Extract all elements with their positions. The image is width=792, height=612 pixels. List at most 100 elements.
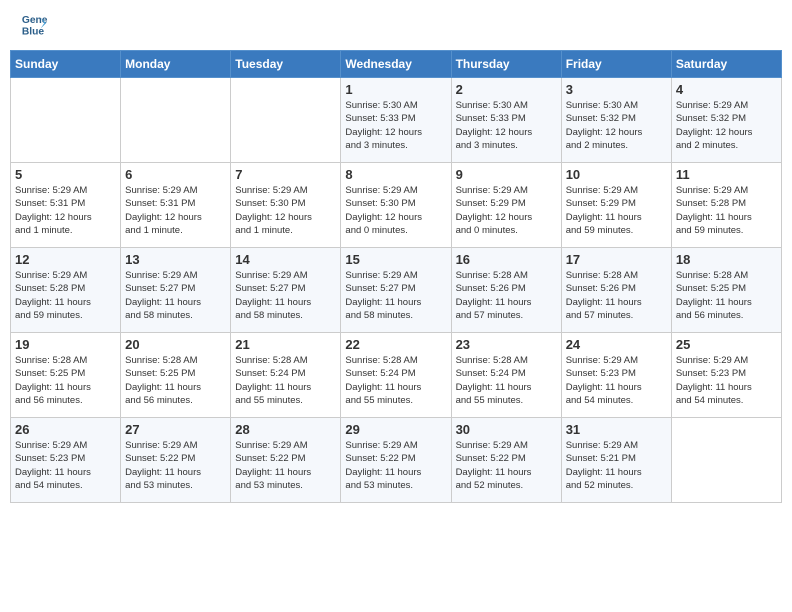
day-info: Sunrise: 5:29 AM Sunset: 5:31 PM Dayligh…	[15, 184, 116, 237]
calendar-week-row: 5 Sunrise: 5:29 AM Sunset: 5:31 PM Daylig…	[11, 163, 782, 248]
calendar-cell: 22Sunrise: 5:28 AM Sunset: 5:24 PM Dayli…	[341, 333, 451, 418]
weekday-header-thursday: Thursday	[451, 51, 561, 78]
calendar-week-row: 26Sunrise: 5:29 AM Sunset: 5:23 PM Dayli…	[11, 418, 782, 503]
day-info: Sunrise: 5:28 AM Sunset: 5:26 PM Dayligh…	[456, 269, 557, 322]
day-number: 25	[676, 337, 777, 352]
day-number: 13	[125, 252, 226, 267]
day-number: 23	[456, 337, 557, 352]
calendar-cell: 26Sunrise: 5:29 AM Sunset: 5:23 PM Dayli…	[11, 418, 121, 503]
day-info: Sunrise: 5:28 AM Sunset: 5:25 PM Dayligh…	[676, 269, 777, 322]
calendar-cell: 7 Sunrise: 5:29 AM Sunset: 5:30 PM Daylig…	[231, 163, 341, 248]
day-number: 14	[235, 252, 336, 267]
day-number: 16	[456, 252, 557, 267]
day-number: 29	[345, 422, 446, 437]
day-number: 11	[676, 167, 777, 182]
calendar-cell	[671, 418, 781, 503]
weekday-header-saturday: Saturday	[671, 51, 781, 78]
day-info: Sunrise: 5:29 AM Sunset: 5:22 PM Dayligh…	[345, 439, 446, 492]
day-number: 1	[345, 82, 446, 97]
weekday-header-wednesday: Wednesday	[341, 51, 451, 78]
calendar-cell	[11, 78, 121, 163]
calendar-cell: 13 Sunrise: 5:29 AM Sunset: 5:27 PM Dayli…	[121, 248, 231, 333]
calendar-cell: 28 Sunrise: 5:29 AM Sunset: 5:22 PM Dayli…	[231, 418, 341, 503]
day-number: 15	[345, 252, 446, 267]
calendar-cell	[231, 78, 341, 163]
weekday-header-friday: Friday	[561, 51, 671, 78]
svg-text:Blue: Blue	[22, 26, 45, 37]
day-info: Sunrise: 5:29 AM Sunset: 5:27 PM Dayligh…	[345, 269, 446, 322]
day-number: 22	[345, 337, 446, 352]
day-info: Sunrise: 5:28 AM Sunset: 5:25 PM Dayligh…	[125, 354, 226, 407]
calendar-header-row: SundayMondayTuesdayWednesdayThursdayFrid…	[11, 51, 782, 78]
weekday-header-tuesday: Tuesday	[231, 51, 341, 78]
calendar-container: SundayMondayTuesdayWednesdayThursdayFrid…	[0, 50, 792, 513]
calendar-cell: 11 Sunrise: 5:29 AM Sunset: 5:28 PM Dayli…	[671, 163, 781, 248]
day-number: 9	[456, 167, 557, 182]
calendar-cell: 29 Sunrise: 5:29 AM Sunset: 5:22 PM Dayli…	[341, 418, 451, 503]
day-number: 24	[566, 337, 667, 352]
calendar-week-row: 12 Sunrise: 5:29 AM Sunset: 5:28 PM Dayli…	[11, 248, 782, 333]
calendar-cell: 1Sunrise: 5:30 AM Sunset: 5:33 PM Daylig…	[341, 78, 451, 163]
calendar-cell: 10Sunrise: 5:29 AM Sunset: 5:29 PM Dayli…	[561, 163, 671, 248]
logo: General Blue	[20, 10, 50, 38]
calendar-cell: 16 Sunrise: 5:28 AM Sunset: 5:26 PM Dayli…	[451, 248, 561, 333]
calendar-week-row: 1Sunrise: 5:30 AM Sunset: 5:33 PM Daylig…	[11, 78, 782, 163]
day-info: Sunrise: 5:29 AM Sunset: 5:23 PM Dayligh…	[676, 354, 777, 407]
day-info: Sunrise: 5:29 AM Sunset: 5:28 PM Dayligh…	[676, 184, 777, 237]
day-number: 18	[676, 252, 777, 267]
calendar-cell: 21 Sunrise: 5:28 AM Sunset: 5:24 PM Dayli…	[231, 333, 341, 418]
calendar-table: SundayMondayTuesdayWednesdayThursdayFrid…	[10, 50, 782, 503]
calendar-cell: 18 Sunrise: 5:28 AM Sunset: 5:25 PM Dayli…	[671, 248, 781, 333]
day-info: Sunrise: 5:29 AM Sunset: 5:23 PM Dayligh…	[566, 354, 667, 407]
calendar-cell: 24 Sunrise: 5:29 AM Sunset: 5:23 PM Dayli…	[561, 333, 671, 418]
day-number: 7	[235, 167, 336, 182]
day-number: 21	[235, 337, 336, 352]
day-info: Sunrise: 5:29 AM Sunset: 5:22 PM Dayligh…	[235, 439, 336, 492]
calendar-cell: 12 Sunrise: 5:29 AM Sunset: 5:28 PM Dayli…	[11, 248, 121, 333]
day-info: Sunrise: 5:29 AM Sunset: 5:30 PM Dayligh…	[345, 184, 446, 237]
calendar-subtitle	[0, 42, 792, 50]
calendar-cell: 6 Sunrise: 5:29 AM Sunset: 5:31 PM Daylig…	[121, 163, 231, 248]
day-info: Sunrise: 5:29 AM Sunset: 5:32 PM Dayligh…	[676, 99, 777, 152]
day-number: 12	[15, 252, 116, 267]
calendar-cell: 30 Sunrise: 5:29 AM Sunset: 5:22 PM Dayli…	[451, 418, 561, 503]
day-info: Sunrise: 5:29 AM Sunset: 5:22 PM Dayligh…	[125, 439, 226, 492]
day-number: 5	[15, 167, 116, 182]
calendar-cell: 27 Sunrise: 5:29 AM Sunset: 5:22 PM Dayli…	[121, 418, 231, 503]
day-number: 17	[566, 252, 667, 267]
day-info: Sunrise: 5:30 AM Sunset: 5:32 PM Dayligh…	[566, 99, 667, 152]
calendar-cell: 8Sunrise: 5:29 AM Sunset: 5:30 PM Daylig…	[341, 163, 451, 248]
calendar-cell: 4 Sunrise: 5:29 AM Sunset: 5:32 PM Daylig…	[671, 78, 781, 163]
day-info: Sunrise: 5:29 AM Sunset: 5:31 PM Dayligh…	[125, 184, 226, 237]
calendar-cell: 23Sunrise: 5:28 AM Sunset: 5:24 PM Dayli…	[451, 333, 561, 418]
day-number: 6	[125, 167, 226, 182]
day-info: Sunrise: 5:29 AM Sunset: 5:27 PM Dayligh…	[125, 269, 226, 322]
day-info: Sunrise: 5:29 AM Sunset: 5:29 PM Dayligh…	[566, 184, 667, 237]
day-number: 26	[15, 422, 116, 437]
logo-icon: General Blue	[20, 10, 48, 38]
calendar-cell: 15 Sunrise: 5:29 AM Sunset: 5:27 PM Dayli…	[341, 248, 451, 333]
day-number: 28	[235, 422, 336, 437]
day-info: Sunrise: 5:28 AM Sunset: 5:26 PM Dayligh…	[566, 269, 667, 322]
calendar-cell: 9 Sunrise: 5:29 AM Sunset: 5:29 PM Daylig…	[451, 163, 561, 248]
calendar-cell: 20 Sunrise: 5:28 AM Sunset: 5:25 PM Dayli…	[121, 333, 231, 418]
weekday-header-sunday: Sunday	[11, 51, 121, 78]
day-info: Sunrise: 5:29 AM Sunset: 5:28 PM Dayligh…	[15, 269, 116, 322]
day-number: 27	[125, 422, 226, 437]
calendar-cell: 5 Sunrise: 5:29 AM Sunset: 5:31 PM Daylig…	[11, 163, 121, 248]
day-info: Sunrise: 5:28 AM Sunset: 5:24 PM Dayligh…	[235, 354, 336, 407]
day-info: Sunrise: 5:29 AM Sunset: 5:22 PM Dayligh…	[456, 439, 557, 492]
weekday-header-monday: Monday	[121, 51, 231, 78]
day-info: Sunrise: 5:29 AM Sunset: 5:27 PM Dayligh…	[235, 269, 336, 322]
day-info: Sunrise: 5:29 AM Sunset: 5:30 PM Dayligh…	[235, 184, 336, 237]
calendar-cell: 31Sunrise: 5:29 AM Sunset: 5:21 PM Dayli…	[561, 418, 671, 503]
page-header: General Blue	[0, 0, 792, 42]
day-number: 4	[676, 82, 777, 97]
day-number: 3	[566, 82, 667, 97]
day-info: Sunrise: 5:29 AM Sunset: 5:29 PM Dayligh…	[456, 184, 557, 237]
calendar-cell: 3 Sunrise: 5:30 AM Sunset: 5:32 PM Daylig…	[561, 78, 671, 163]
day-number: 20	[125, 337, 226, 352]
calendar-cell: 17 Sunrise: 5:28 AM Sunset: 5:26 PM Dayli…	[561, 248, 671, 333]
day-number: 30	[456, 422, 557, 437]
calendar-cell: 14 Sunrise: 5:29 AM Sunset: 5:27 PM Dayli…	[231, 248, 341, 333]
